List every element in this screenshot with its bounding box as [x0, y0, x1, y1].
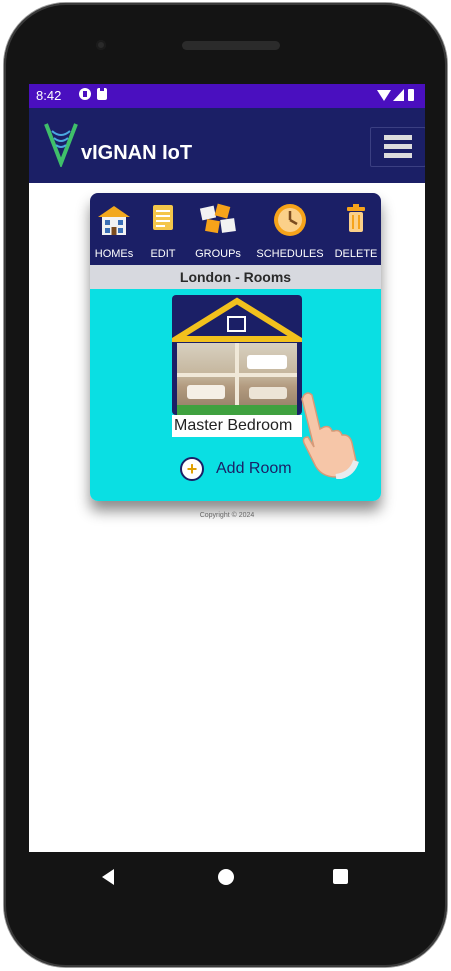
status-time: 8:42 — [36, 88, 62, 103]
toolbar-homes-label: HOMEs — [94, 248, 134, 260]
edit-document-icon — [153, 205, 173, 230]
clock-icon — [274, 204, 306, 236]
toolbar-edit-button[interactable]: EDIT — [140, 193, 186, 265]
toolbar-schedules-button[interactable]: SCHEDULES — [252, 193, 328, 265]
toolbar-groups-button[interactable]: GROUPs — [188, 193, 248, 265]
wifi-icon — [377, 90, 391, 101]
rooms-card: HOMEs EDIT GROUPs SCHEDULES DELETE Londo… — [90, 193, 381, 501]
hamburger-menu-icon[interactable] — [370, 127, 425, 167]
app-bar: vIGNAN IoT — [29, 108, 425, 183]
back-icon[interactable] — [102, 869, 114, 885]
add-room-label: Add Room — [216, 460, 292, 477]
toolbar-schedules-label: SCHEDULES — [256, 248, 324, 260]
rooms-grid: Master Bedroom + Add Room — [90, 289, 381, 501]
notification-icon — [79, 88, 91, 100]
home-icon[interactable] — [218, 869, 234, 885]
earpiece-speaker — [182, 41, 280, 50]
toolbar-delete-button[interactable]: DELETE — [332, 193, 380, 265]
room-name-label: Master Bedroom — [172, 415, 302, 437]
copyright-text: Copyright © 2024 — [199, 512, 255, 519]
signal-icon — [393, 89, 404, 101]
system-icons — [377, 89, 417, 103]
toolbar-groups-label: GROUPs — [195, 248, 241, 260]
front-camera — [96, 40, 106, 50]
toolbar-edit-label: EDIT — [150, 248, 176, 260]
vignan-logo-icon — [44, 123, 78, 167]
toolbar-delete-label: DELETE — [334, 248, 378, 260]
add-circle-icon: + — [180, 457, 204, 481]
room-photo — [177, 343, 297, 415]
room-tile-master-bedroom[interactable] — [172, 295, 302, 415]
sd-card-icon — [97, 88, 107, 100]
app-title: vIGNAN IoT — [81, 142, 193, 164]
add-room-button[interactable]: + Add Room — [180, 457, 310, 485]
battery-icon — [408, 89, 414, 101]
trash-icon — [347, 204, 365, 232]
screen: 8:42 vIGNAN IoT HOMEs EDIT GROUPs SCHEDU… — [29, 84, 425, 852]
system-nav-bar — [29, 852, 425, 902]
recent-apps-icon[interactable] — [333, 869, 348, 884]
home-rooms-title: London - Rooms — [90, 265, 381, 289]
puzzle-pieces-icon — [199, 203, 236, 234]
toolbar: HOMEs EDIT GROUPs SCHEDULES DELETE — [90, 193, 381, 265]
house-roof-icon — [172, 297, 302, 342]
status-bar: 8:42 — [29, 84, 425, 108]
house-icon — [98, 206, 130, 235]
toolbar-homes-button[interactable]: HOMEs — [90, 193, 138, 265]
